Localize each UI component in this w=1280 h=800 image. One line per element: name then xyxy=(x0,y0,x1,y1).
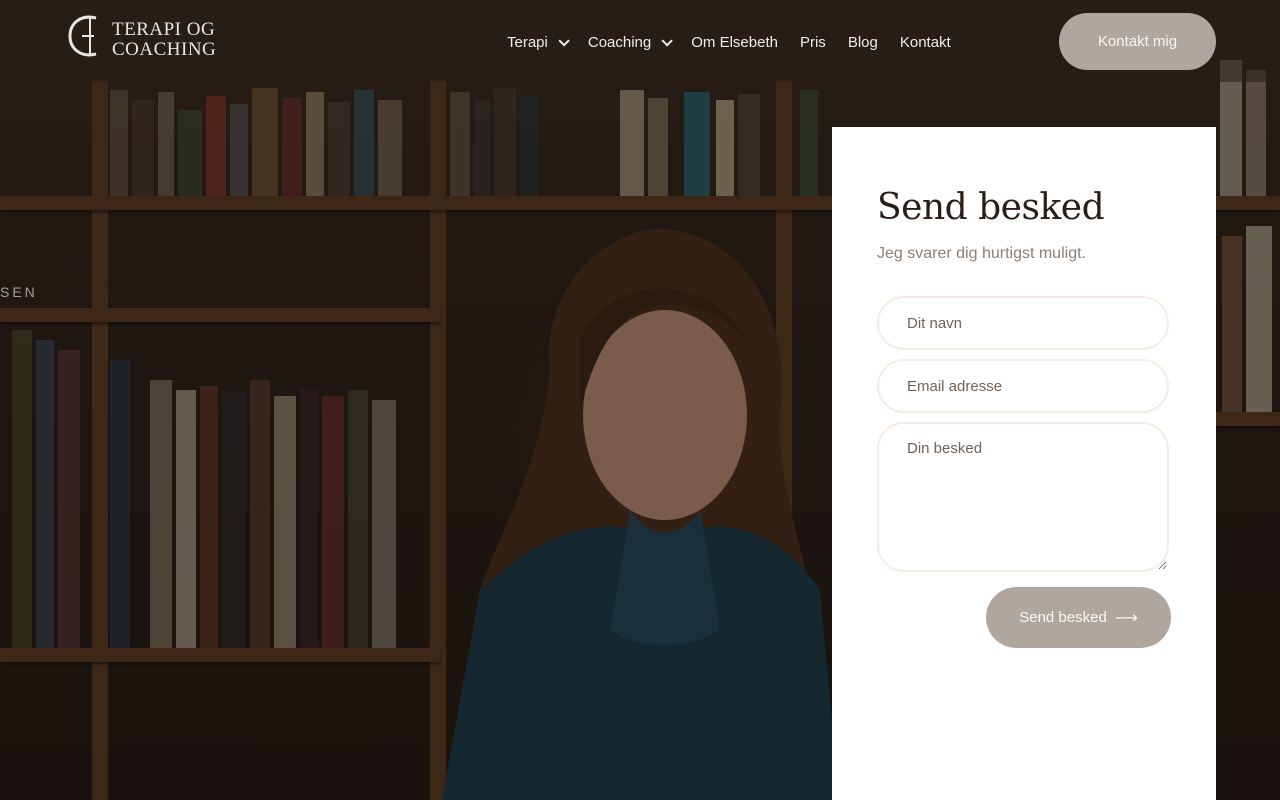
logo-text-line2: COACHING xyxy=(112,39,217,60)
name-input[interactable] xyxy=(877,296,1169,350)
nav-label: Blog xyxy=(847,34,878,51)
send-button-label: Send besked xyxy=(1019,609,1107,626)
nav-item-coaching[interactable]: Coaching xyxy=(587,34,674,51)
side-text-fragment: SEN xyxy=(0,284,38,300)
nav-item-om-elsebeth[interactable]: Om Elsebeth xyxy=(691,34,778,51)
message-textarea[interactable] xyxy=(877,422,1169,572)
nav-label: Pris xyxy=(799,34,826,51)
send-message-button[interactable]: Send besked ⟶ xyxy=(986,587,1171,648)
form-subtitle: Jeg svarer dig hurtigst muligt. xyxy=(877,245,1086,262)
nav-label: Om Elsebeth xyxy=(691,34,778,51)
email-input[interactable] xyxy=(877,359,1169,413)
nav-label: Terapi xyxy=(507,34,548,51)
contact-me-button[interactable]: Kontakt mig xyxy=(1059,13,1216,70)
nav-label: Kontakt xyxy=(899,34,951,51)
nav-label: Coaching xyxy=(587,34,652,51)
nav-item-blog[interactable]: Blog xyxy=(848,34,878,51)
main-nav: Terapi Coaching Om Elsebeth Pris Blog Ko… xyxy=(507,34,973,51)
chevron-down-icon xyxy=(661,34,674,47)
arrow-right-icon: ⟶ xyxy=(1114,609,1138,627)
logo-monogram-icon xyxy=(66,12,106,68)
form-title: Send besked xyxy=(877,187,1105,228)
site-logo[interactable]: TERAPI OG COACHING xyxy=(66,15,216,64)
contact-form-card: Send besked Jeg svarer dig hurtigst muli… xyxy=(832,127,1216,800)
nav-item-terapi[interactable]: Terapi xyxy=(507,34,570,51)
logo-text: TERAPI OG COACHING xyxy=(112,20,216,60)
logo-text-line1: TERAPI OG xyxy=(112,19,216,40)
chevron-down-icon xyxy=(558,34,570,47)
nav-item-pris[interactable]: Pris xyxy=(800,34,826,51)
nav-item-kontakt[interactable]: Kontakt xyxy=(900,34,951,51)
